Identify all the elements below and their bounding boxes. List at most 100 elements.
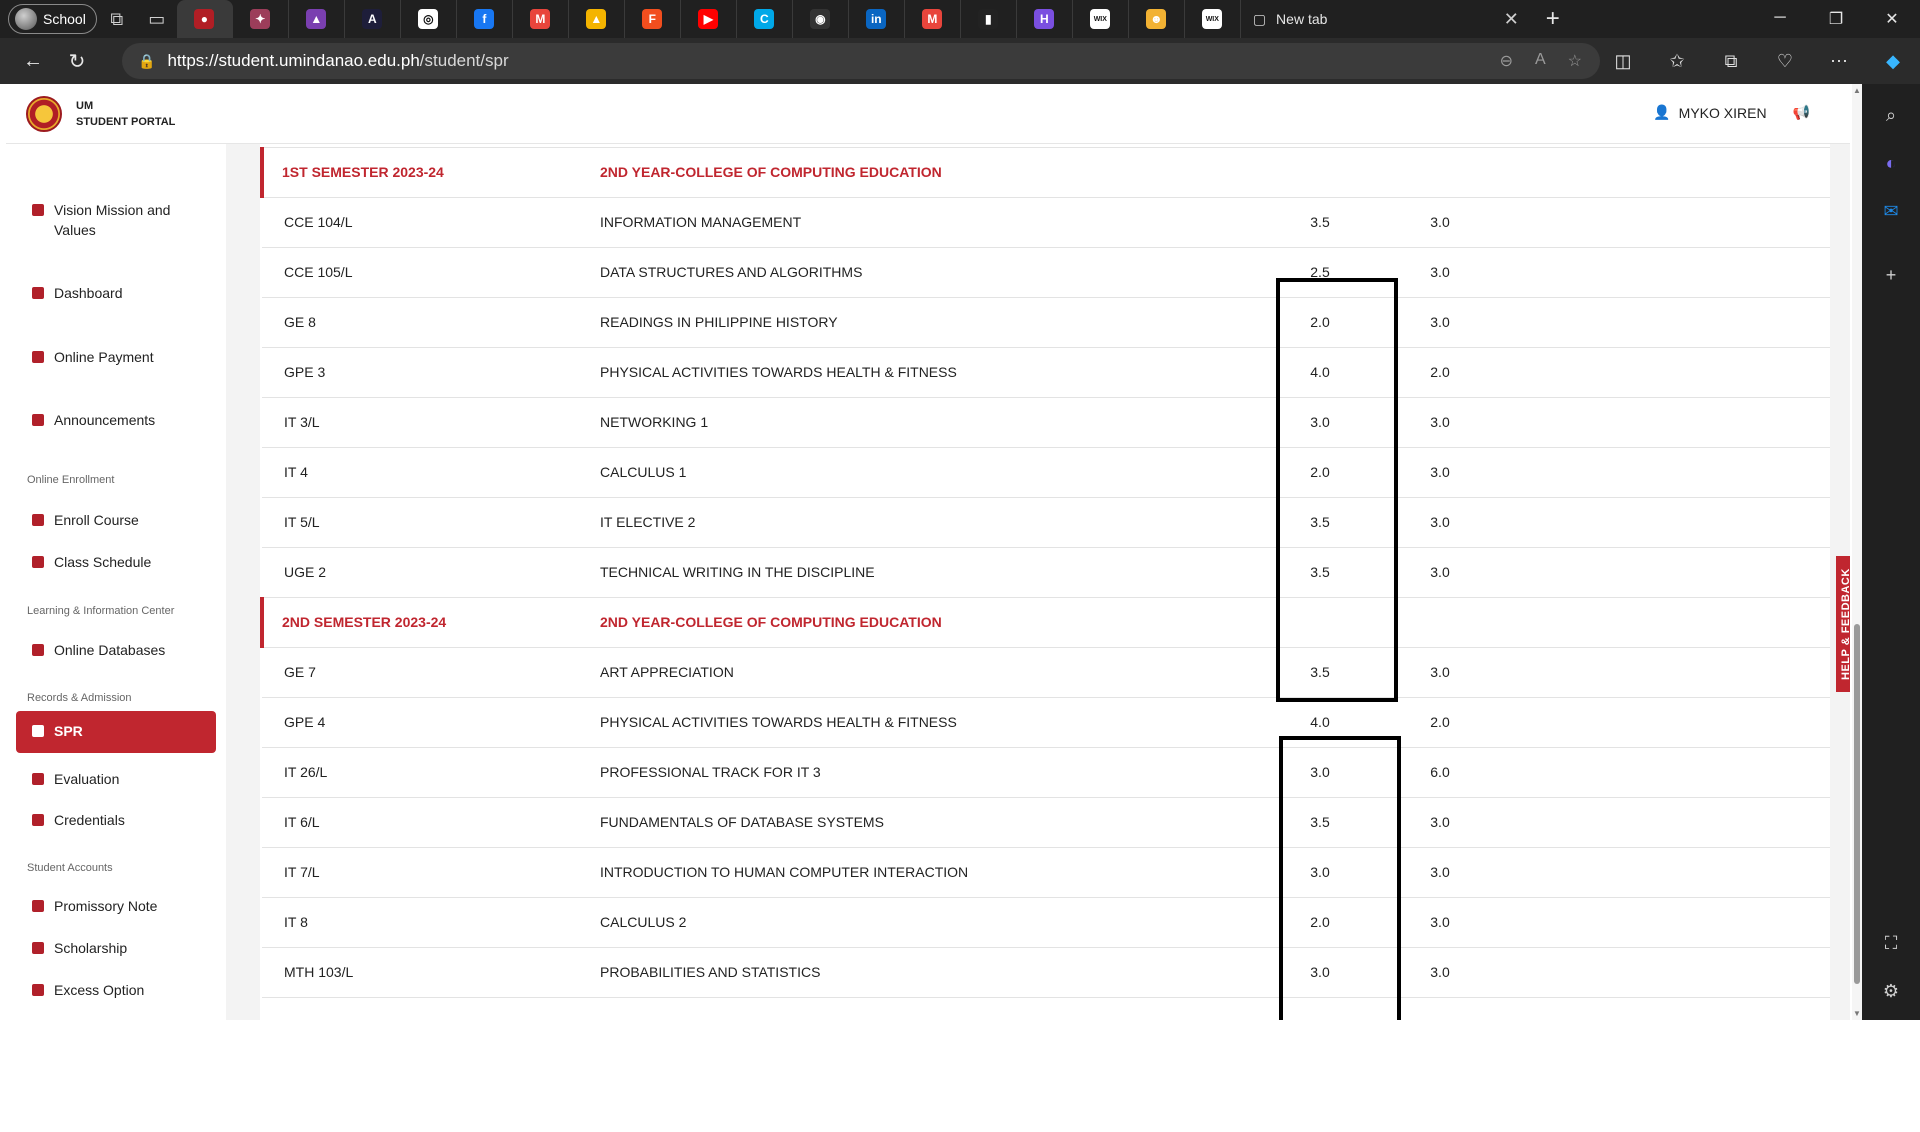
browser-tab[interactable]: C [737,0,793,38]
highlight-box-sem1-grades [1276,278,1398,702]
help-feedback-tab[interactable]: HELP & FEEDBACK [1836,556,1850,692]
semester-header-row: 1ST SEMESTER 2023-24 2ND YEAR-COLLEGE OF … [260,147,1830,198]
add-app-icon[interactable]: + [1874,258,1908,292]
browser-tab[interactable]: H [1017,0,1073,38]
browser-tab[interactable]: ● [176,0,233,38]
tab-actions-icon[interactable]: ▭ [137,0,177,38]
scroll-up-icon[interactable]: ▲ [1852,86,1862,95]
zoom-icon[interactable]: ⊖ [1500,51,1513,71]
table-cell [1500,497,1830,548]
more-menu-icon[interactable]: ⋯ [1812,51,1866,72]
profile-button[interactable]: School [8,4,97,34]
card-icon [32,351,44,363]
facebook-icon: f [474,9,495,29]
sidebar-item-dashboard[interactable]: Dashboard [16,277,216,309]
browser-tab[interactable]: ◎ [401,0,457,38]
figjam-icon: H [1034,9,1055,29]
table-row: GPE 4 PHYSICAL ACTIVITIES TOWARDS HEALTH … [262,697,1830,748]
lock-icon: 🔒 [138,52,156,69]
refresh-icon[interactable]: ↻ [56,40,98,82]
course-code: IT 6/L [262,797,600,848]
scroll-down-icon[interactable]: ▼ [1852,1009,1862,1018]
table-cell [1500,297,1830,348]
table-cell [1500,597,1830,648]
chatgpt-icon: ◎ [418,9,439,29]
back-arrow-icon[interactable]: ← [12,40,54,82]
close-window-icon[interactable]: ✕ [1864,9,1920,29]
document-icon [32,514,44,526]
course-description: PROFESSIONAL TRACK FOR IT 3 [600,747,1260,798]
restore-icon[interactable]: ❐ [1808,9,1864,29]
copilot-icon[interactable]: ◆ [1866,51,1920,72]
course-units: 3.0 [1380,397,1500,448]
sidebar-item-promissory-note[interactable]: Promissory Note [16,890,216,922]
browser-tab[interactable]: ▲ [289,0,345,38]
browser-tab[interactable]: M [905,0,961,38]
sidebar-item-scholarship[interactable]: Scholarship [16,932,216,964]
read-aloud-icon[interactable]: A [1535,51,1546,71]
um-seal-logo[interactable] [26,95,62,132]
highlight-box-sem2-grades [1279,736,1401,1020]
document-icon [32,725,44,737]
grid-icon [32,287,44,299]
tab-new-tab[interactable]: ▢ New tab ✕ [1241,0,1531,38]
sidebar-item-excess-option[interactable]: Excess Option [16,974,216,1006]
browser-essentials-icon[interactable]: ♡ [1758,51,1812,72]
address-bar[interactable]: 🔒 https://student.umindanao.edu.ph/stude… [122,43,1600,79]
workspaces-icon[interactable]: ⧉ [97,0,137,38]
table-cell [1500,647,1830,698]
browser-tab[interactable]: M [513,0,569,38]
collections-icon[interactable]: ⧉ [1704,51,1758,72]
course-code: IT 7/L [262,847,600,898]
sidebar-item-online-payment[interactable]: Online Payment [16,341,216,373]
chart-icon: ▮ [978,9,999,29]
sidebar-item-vision-mission[interactable]: Vision Mission and Values [16,194,216,246]
browser-tab[interactable]: A [345,0,401,38]
course-description: READINGS IN PHILIPPINE HISTORY [600,297,1260,348]
sidebar-item-announcements[interactable]: Announcements [16,404,216,436]
user-menu[interactable]: 👤 MYKO XIREN 📢 [1653,104,1810,121]
course-description: INFORMATION MANAGEMENT [600,197,1260,248]
new-tab-button[interactable]: + [1531,5,1575,33]
scrollbar-thumb[interactable] [1854,624,1860,984]
browser-tab[interactable]: F [625,0,681,38]
page-scrollbar[interactable]: ▲ ▼ [1852,84,1862,1020]
browser-tab[interactable]: ▲ [569,0,625,38]
browser-tab[interactable]: f [457,0,513,38]
table-row: IT 6/L FUNDAMENTALS OF DATABASE SYSTEMS 3.… [262,797,1830,848]
browser-tab[interactable]: in [849,0,905,38]
browser-tab[interactable]: WIX [1185,0,1241,38]
screenshot-icon[interactable]: ⛶ [1874,926,1908,960]
course-description: PROBABILITIES AND STATISTICS [600,947,1260,998]
search-icon[interactable]: ⌕ [1874,98,1908,132]
browser-tab[interactable]: ▶ [681,0,737,38]
clipboard-icon [32,773,44,785]
semester-term: 2ND SEMESTER 2023-24 [260,597,600,648]
browser-tab[interactable]: WIX [1073,0,1129,38]
favorites-icon[interactable]: ✩ [1650,51,1704,72]
browser-tab[interactable]: ◉ [793,0,849,38]
sidebar-item-class-schedule[interactable]: Class Schedule [16,546,216,578]
copilot-app-icon[interactable]: ◐ [1874,146,1908,180]
browser-tab[interactable]: ☻ [1129,0,1185,38]
close-tab-icon[interactable]: ✕ [1504,9,1519,30]
edit-icon [32,900,44,912]
sidebar-item-enroll-course[interactable]: Enroll Course [16,504,216,536]
sidebar-item-online-databases[interactable]: Online Databases [16,634,216,666]
megaphone-icon[interactable]: 📢 [1793,104,1810,121]
settings-gear-icon[interactable]: ⚙ [1874,974,1908,1008]
section-label: Learning & Information Center [27,605,175,617]
outlook-icon[interactable]: ✉ [1874,194,1908,228]
url-text[interactable]: https://student.umindanao.edu.ph/student… [167,51,508,71]
browser-tab[interactable]: ✦ [233,0,289,38]
course-code: CCE 105/L [262,247,600,298]
split-screen-icon[interactable]: ◫ [1596,51,1650,72]
minimize-icon[interactable]: ─ [1752,9,1808,29]
course-code: IT 3/L [262,397,600,448]
course-description: PHYSICAL ACTIVITIES TOWARDS HEALTH & FIT… [600,697,1260,748]
sidebar-item-spr[interactable]: SPR [16,711,216,753]
sidebar-item-credentials[interactable]: Credentials [16,804,216,836]
favorite-star-icon[interactable]: ☆ [1568,51,1582,71]
browser-tab[interactable]: ▮ [961,0,1017,38]
sidebar-item-evaluation[interactable]: Evaluation [16,763,216,795]
